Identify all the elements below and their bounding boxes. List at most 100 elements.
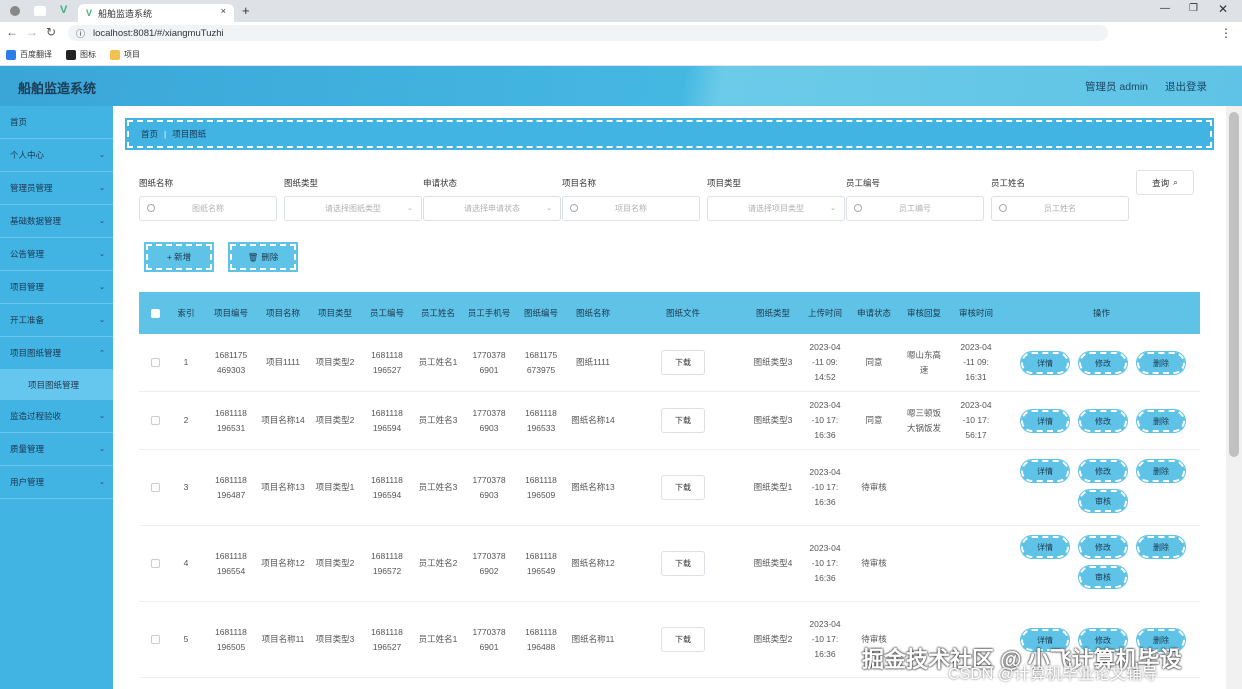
op-label: 修改: [1095, 416, 1111, 426]
sidebar-item-start-prep[interactable]: 开工准备 ⌄: [0, 304, 113, 337]
sidebar-item-admin[interactable]: 管理员管理 ⌄: [0, 172, 113, 205]
detail-button[interactable]: 详情: [1020, 535, 1070, 559]
delete-button[interactable]: 删除: [1136, 459, 1186, 483]
filter-input[interactable]: 员工姓名: [991, 196, 1129, 221]
review-button[interactable]: 审核: [1078, 489, 1128, 513]
close-icon[interactable]: ×: [221, 6, 226, 16]
cell-text: 同意: [865, 357, 883, 367]
menu-icon[interactable]: ⋮: [1220, 26, 1232, 40]
scrollbar-thumb[interactable]: [1229, 112, 1239, 457]
filter-input[interactable]: 员工编号: [846, 196, 984, 221]
cell-text: 1681118 196594: [371, 407, 403, 433]
cell-text: 图纸类型2: [753, 634, 793, 644]
forward-icon[interactable]: →: [26, 25, 38, 39]
column-header: 图纸名称: [575, 308, 610, 318]
row-checkbox[interactable]: [150, 635, 160, 644]
cell-text: 员工姓名3: [418, 415, 458, 425]
row-checkbox[interactable]: [150, 416, 160, 425]
download-button[interactable]: 下载: [661, 350, 705, 375]
review-button[interactable]: 审核: [1078, 565, 1128, 589]
cell-text: 图纸名称14: [571, 415, 615, 425]
filter-select[interactable]: 请选择项目类型 ⌄: [707, 196, 845, 221]
sidebar-item-users[interactable]: 用户管理 ⌄: [0, 466, 113, 499]
cell-proj-name: 项目1111: [257, 334, 309, 391]
logout-link[interactable]: 退出登录: [1165, 79, 1207, 94]
reload-icon[interactable]: ↻: [46, 25, 56, 39]
edit-button[interactable]: 修改: [1078, 409, 1128, 433]
sidebar-item-project[interactable]: 项目管理 ⌄: [0, 271, 113, 304]
cell-emp-name: 员工姓名2: [413, 526, 463, 601]
search-icon: ⌕: [1173, 177, 1178, 187]
info-icon: ⓘ: [76, 28, 86, 39]
table-row: 4 1681118 196554 项目名称12 项目类型2 1681118 196572…: [139, 526, 1200, 602]
window-close-icon[interactable]: ✕: [1218, 2, 1228, 16]
filter-input[interactable]: 图纸名称: [139, 196, 277, 221]
minimize-icon[interactable]: —: [1160, 3, 1170, 14]
sidebar-item-notice[interactable]: 公告管理 ⌄: [0, 238, 113, 271]
detail-button[interactable]: 详情: [1020, 409, 1070, 433]
filter-label: 项目名称: [562, 178, 597, 188]
sidebar-item-basic-data[interactable]: 基础数据管理 ⌄: [0, 205, 113, 238]
cell-text: 1681118 196572: [371, 550, 403, 576]
bookmark-item[interactable]: 百度翻译: [6, 49, 52, 60]
cell-text: 项目名称14: [261, 415, 305, 425]
row-checkbox[interactable]: [150, 358, 160, 367]
restore-icon[interactable]: ❐: [1189, 3, 1198, 14]
scrollbar[interactable]: [1226, 106, 1242, 689]
cell-text: 图纸1111: [575, 357, 611, 367]
delete-button[interactable]: 删除: [1136, 535, 1186, 559]
edit-button[interactable]: 修改: [1078, 351, 1128, 375]
delete-button[interactable]: 删除: [1136, 351, 1186, 375]
filter-select[interactable]: 请选择申请状态 ⌄: [423, 196, 561, 221]
column-header: 项目名称: [265, 308, 300, 318]
cell-proj-no: 1681118 196505: [205, 602, 257, 677]
bookmark-item[interactable]: 项目: [110, 49, 140, 60]
row-checkbox[interactable]: [150, 559, 160, 568]
cell-text: 2023-04 -10 17: 16:36: [809, 619, 841, 659]
edit-button[interactable]: 修改: [1078, 535, 1128, 559]
new-tab-icon[interactable]: +: [242, 3, 250, 18]
row-select-cell: [139, 450, 171, 525]
batch-delete-button[interactable]: 🗑 删除: [228, 242, 298, 272]
add-button[interactable]: + 新增: [144, 242, 214, 272]
cell-text: 1681118 196488: [525, 626, 557, 652]
tab-icon[interactable]: [10, 6, 20, 16]
sidebar-item-label: 项目图纸管理: [10, 348, 62, 358]
cell-text: 1681118 196533: [525, 407, 557, 433]
sidebar-item-acceptance[interactable]: 监造过程验收 ⌄: [0, 400, 113, 433]
select-all-cell: [139, 292, 171, 334]
sidebar-item-quality[interactable]: 质量管理 ⌄: [0, 433, 113, 466]
breadcrumb-home[interactable]: 首页: [141, 128, 158, 140]
download-button[interactable]: 下载: [661, 551, 705, 576]
operations-cell: 详情 修改 删除: [1003, 334, 1200, 391]
download-button[interactable]: 下载: [661, 408, 705, 433]
query-button[interactable]: 查询 ⌕: [1136, 170, 1194, 195]
sidebar-item-personal-center[interactable]: 个人中心 ⌄: [0, 139, 113, 172]
sidebar: 首页 个人中心 ⌄ 管理员管理 ⌄ 基础数据管理 ⌄ 公告管理 ⌄ 项目管理 ⌄ 开工准备…: [0, 106, 113, 689]
tab-icon[interactable]: [34, 6, 46, 16]
cell-reply: [899, 526, 949, 601]
download-button[interactable]: 下载: [661, 475, 705, 500]
sidebar-item-home[interactable]: 首页: [0, 106, 113, 139]
row-checkbox[interactable]: [150, 483, 160, 492]
active-browser-tab[interactable]: V 船舶监造系统 ×: [78, 4, 234, 22]
sidebar-subitem-drawing[interactable]: 项目图纸管理: [0, 370, 113, 400]
filter-input[interactable]: 项目名称: [562, 196, 700, 221]
edit-button[interactable]: 修改: [1078, 459, 1128, 483]
cell-text: 待审核: [861, 558, 887, 568]
cell-text: 同意: [865, 415, 883, 425]
detail-button[interactable]: 详情: [1020, 459, 1070, 483]
back-icon[interactable]: ←: [6, 25, 18, 39]
detail-button[interactable]: 详情: [1020, 351, 1070, 375]
filter-select[interactable]: 请选择图纸类型 ⌄: [284, 196, 422, 221]
cell-drawing-name: 图纸名称14: [567, 392, 619, 449]
delete-button[interactable]: 删除: [1136, 409, 1186, 433]
url-field[interactable]: ⓘ localhost:8081/#/xiangmuTuzhi: [68, 25, 1108, 41]
bookmark-item[interactable]: 图标: [66, 49, 96, 60]
select-all-checkbox[interactable]: [150, 308, 160, 318]
vue-tab-icon[interactable]: V: [60, 4, 67, 16]
cell-proj-name: 项目名称13: [257, 450, 309, 525]
sidebar-item-drawing-mgmt[interactable]: 项目图纸管理 ⌃: [0, 337, 113, 370]
download-button[interactable]: 下载: [661, 627, 705, 652]
cell-text: 2023-04 -10 17: 56:17: [960, 400, 992, 440]
